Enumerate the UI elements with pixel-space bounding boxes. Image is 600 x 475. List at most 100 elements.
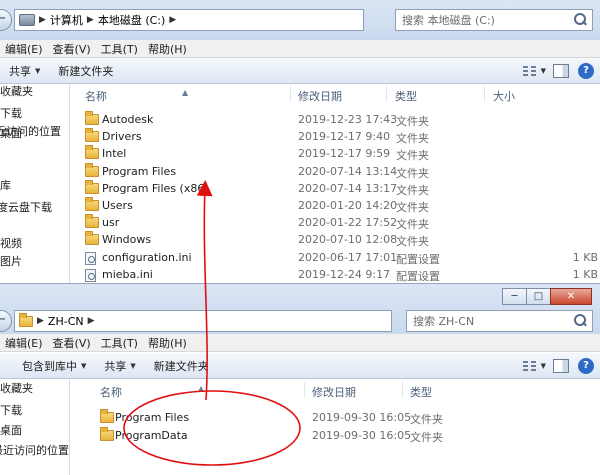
file-row[interactable]: configuration.ini 2020-06-17 17:01 配置设置 1 K… [80, 249, 600, 266]
col-size[interactable]: 大小 [493, 88, 515, 104]
nav-item-recent[interactable]: 最近访问的位置 [0, 122, 61, 142]
menu-tools[interactable]: 工具(T) [96, 41, 143, 57]
file-row[interactable]: Drivers 2019-12-17 9:40 文件夹 [80, 128, 600, 145]
chevron-right-icon: ▶ [39, 15, 46, 25]
include-library-button[interactable]: 包含到库中 ▼ [0, 358, 95, 374]
back-button[interactable] [0, 310, 12, 332]
folder-icon [85, 231, 99, 246]
menu-edit[interactable]: 编辑(E) [0, 335, 48, 351]
share-button[interactable]: 共享 ▼ [95, 358, 144, 374]
close-button[interactable]: ✕ [550, 288, 592, 305]
breadcrumb-zh-cn[interactable]: ZH-CN [48, 315, 84, 328]
file-row[interactable]: Intel 2019-12-17 9:59 文件夹 [80, 145, 600, 162]
new-folder-button[interactable]: 新建文件夹 [49, 63, 122, 79]
folder-icon [85, 197, 99, 211]
col-type[interactable]: 类型 [395, 88, 417, 104]
nav-item-recent[interactable]: 最近访问的位置 [0, 441, 69, 461]
column-separator[interactable] [386, 86, 387, 102]
nav-item[interactable]: 库 [0, 176, 11, 196]
dropdown-arrow-icon: ▼ [130, 361, 136, 370]
search-placeholder: 搜索 本地磁盘 (C:) [402, 14, 495, 27]
file-date: 2019-12-17 9:59 [298, 147, 391, 161]
search-icon[interactable] [571, 312, 589, 330]
menu-bar: 编辑(E) 查看(V) 工具(T) 帮助(H) [0, 40, 600, 58]
file-row[interactable]: Program Files (x86) 2020-07-14 13:17 文件夹 [80, 179, 600, 197]
file-name: mieba.ini [102, 267, 153, 281]
file-type: 文件夹 [396, 235, 429, 249]
chevron-right-icon: ▶ [86, 15, 94, 25]
nav-item-baidu[interactable]: 百度云盘下载 [0, 198, 52, 218]
file-name: usr [102, 216, 120, 230]
change-view-icon[interactable] [521, 359, 538, 373]
file-row[interactable]: usr 2020-01-22 17:52 文件夹 [80, 214, 600, 231]
chevron-right-icon: ▶ [87, 316, 95, 326]
nav-item-desktop[interactable]: 桌面 [0, 421, 22, 441]
back-button[interactable] [0, 9, 12, 31]
share-button[interactable]: 共享 ▼ [0, 63, 49, 79]
column-separator[interactable] [304, 382, 305, 398]
new-folder-label: 新建文件夹 [153, 359, 209, 373]
column-separator[interactable] [484, 86, 485, 102]
chevron-right-icon: ▶ [169, 15, 177, 25]
col-name[interactable]: 名称 [85, 88, 107, 104]
dropdown-arrow-icon[interactable]: ▼ [541, 362, 546, 370]
include-library-label: 包含到库中 [22, 359, 77, 373]
file-row[interactable]: Windows 2020-07-10 12:08 文件夹 [80, 231, 600, 248]
minimize-button[interactable]: ─ [502, 288, 527, 305]
menu-tools[interactable]: 工具(T) [96, 335, 143, 351]
preview-pane-icon[interactable] [553, 64, 569, 78]
preview-pane-icon[interactable] [553, 359, 569, 373]
file-name: Program Files [102, 164, 177, 178]
nav-item-downloads[interactable]: 下载 [0, 401, 22, 421]
folder-icon [85, 111, 99, 125]
file-name: Users [102, 199, 133, 212]
file-date: 2019-12-24 9:17 [298, 267, 391, 281]
search-input[interactable]: 搜索 ZH-CN [406, 310, 593, 332]
file-row[interactable]: Users 2020-01-20 14:20 文件夹 [80, 197, 600, 214]
menu-edit[interactable]: 编辑(E) [0, 41, 48, 57]
column-separator[interactable] [402, 382, 403, 398]
menu-help[interactable]: 帮助(H) [143, 335, 192, 351]
file-date: 2020-07-10 12:08 [298, 233, 398, 247]
col-modified[interactable]: 修改日期 [298, 88, 342, 104]
new-folder-label: 新建文件夹 [58, 64, 114, 78]
file-row[interactable]: ProgramData 2019-09-30 16:05 文件夹 [95, 426, 495, 444]
menu-view[interactable]: 查看(V) [48, 335, 96, 351]
address-bar[interactable]: ▶ ZH-CN ▶ [14, 310, 392, 332]
file-row[interactable]: mieba.ini 2019-12-24 9:17 配置设置 1 KB [80, 266, 600, 283]
col-name[interactable]: 名称 [100, 384, 122, 400]
nav-item[interactable]: 收藏夹 [0, 84, 33, 102]
dropdown-arrow-icon[interactable]: ▼ [541, 67, 546, 75]
menu-view[interactable]: 查看(V) [48, 41, 96, 57]
file-row[interactable]: Program Files 2019-09-30 16:05 文件夹 [95, 409, 495, 426]
breadcrumb-computer[interactable]: 计算机 [50, 12, 83, 28]
file-name: Drivers [102, 130, 142, 144]
menu-help[interactable]: 帮助(H) [143, 41, 192, 57]
computer-icon [19, 14, 35, 26]
file-row[interactable]: Autodesk 2019-12-23 17:43 文件夹 [80, 111, 600, 128]
file-type: 文件夹 [396, 149, 429, 163]
col-modified[interactable]: 修改日期 [312, 384, 356, 400]
search-icon[interactable] [571, 11, 589, 29]
file-date: 2020-07-14 13:17 [298, 181, 398, 195]
maximize-button[interactable]: □ [526, 288, 551, 305]
new-folder-button[interactable]: 新建文件夹 [145, 358, 218, 374]
nav-item[interactable]: 视频 [0, 234, 22, 254]
sort-up-icon: ▲ [198, 384, 205, 393]
col-type[interactable]: 类型 [410, 384, 432, 400]
change-view-icon[interactable] [521, 64, 538, 78]
search-input[interactable]: 搜索 本地磁盘 (C:) [395, 9, 593, 31]
file-date: 2020-06-17 17:01 [298, 250, 398, 264]
file-name: Autodesk [102, 113, 154, 126]
help-icon[interactable]: ? [578, 358, 594, 374]
navigation-pane: 收藏夹 下载 桌面 最近访问的位置 库 百度云盘下载 视频 图片 [0, 84, 70, 290]
nav-item[interactable]: 下载 [0, 104, 22, 124]
nav-item-favorites[interactable]: 收藏夹 [0, 379, 33, 399]
file-row[interactable]: Program Files 2020-07-14 13:14 文件夹 [80, 162, 600, 180]
help-icon[interactable]: ? [578, 63, 594, 79]
column-separator[interactable] [290, 86, 291, 102]
breadcrumb-c-drive[interactable]: 本地磁盘 (C:) [98, 12, 165, 28]
address-bar[interactable]: ▶ 计算机 ▶ 本地磁盘 (C:) ▶ [14, 9, 364, 31]
nav-item[interactable]: 图片 [0, 252, 22, 272]
address-strip: ─ □ ✕ ▶ ZH-CN ▶ 搜索 ZH-CN [0, 284, 600, 334]
